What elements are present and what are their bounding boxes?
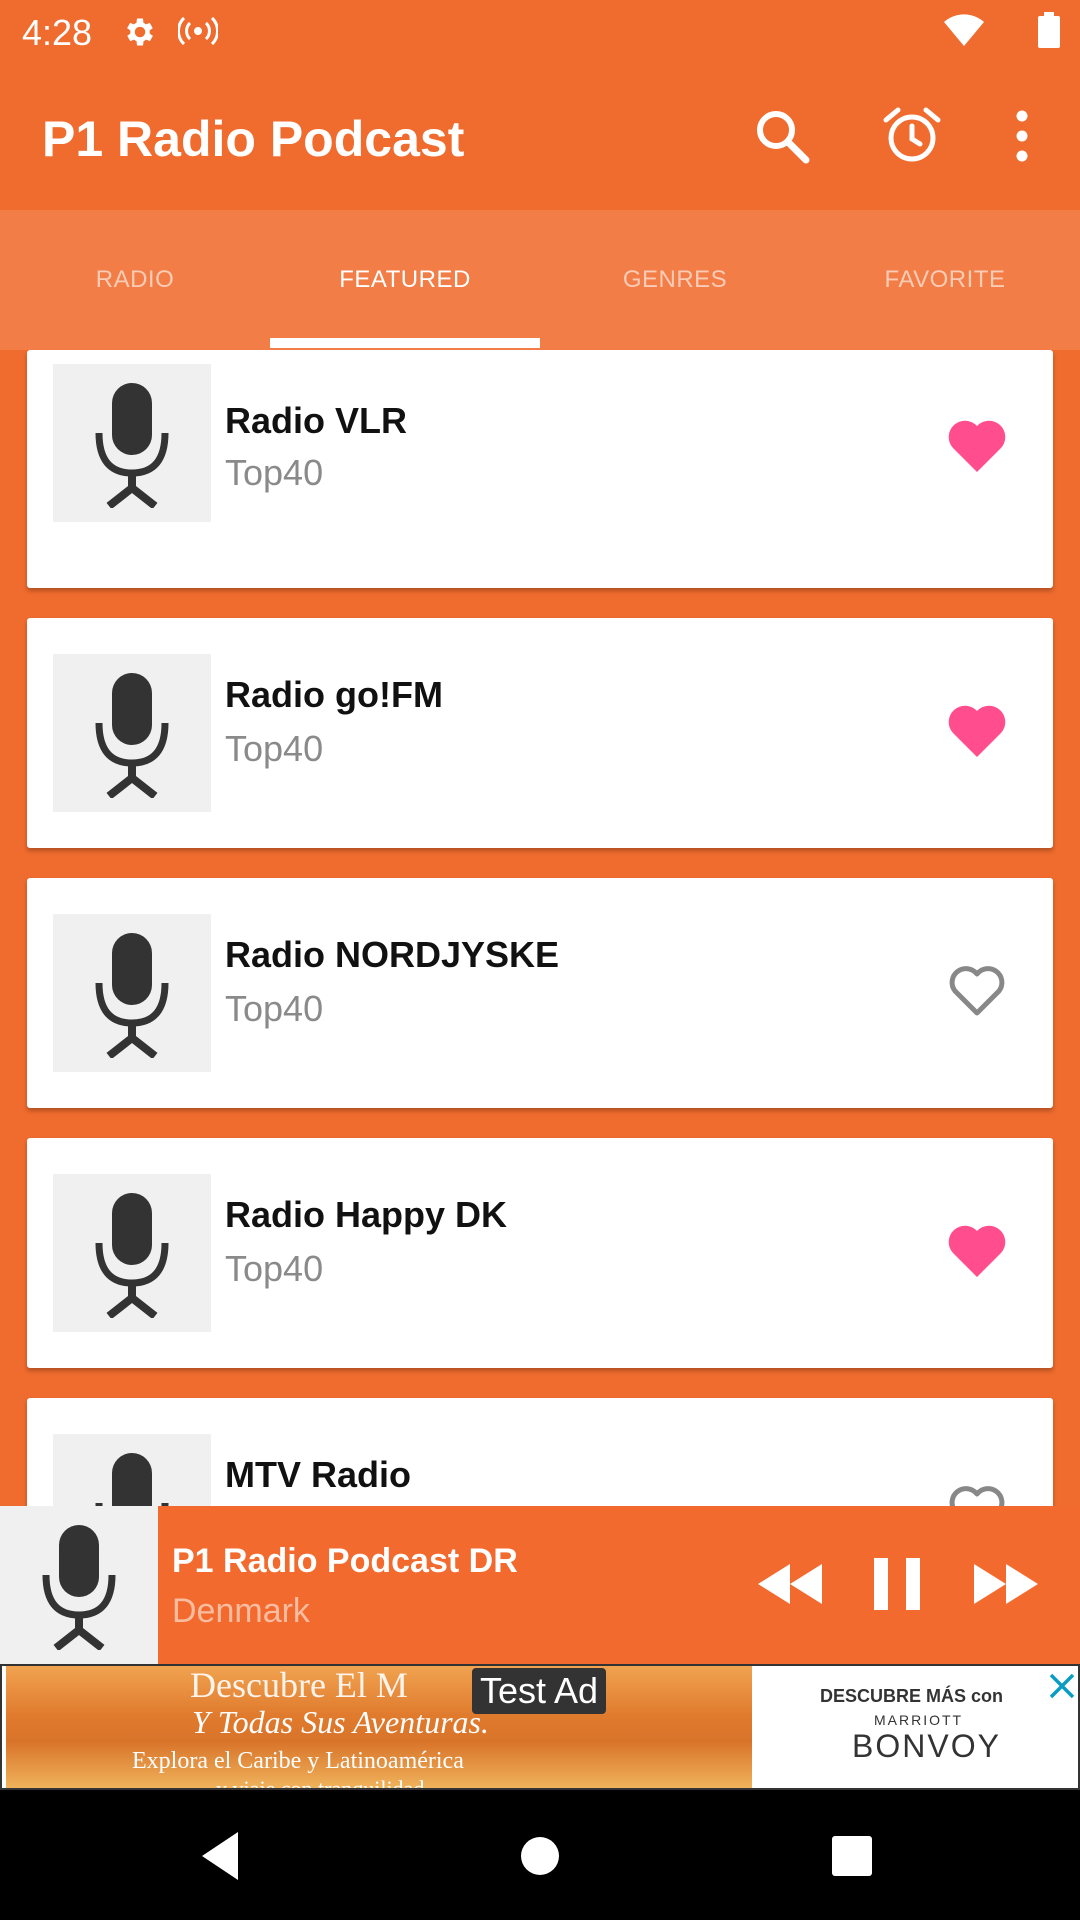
station-genre: Top40 <box>225 1248 324 1289</box>
ad-brand-logo: BONVOY <box>852 1728 1001 1764</box>
player-title: P1 Radio Podcast DR <box>172 1542 518 1580</box>
station-name: Radio go!FM <box>225 674 443 715</box>
station-name: Radio NORDJYSKE <box>225 934 560 975</box>
ad-text: Explora el Caribe y Latinoamérica <box>132 1748 464 1774</box>
system-nav-bar <box>0 1790 1080 1920</box>
station-thumbnail <box>53 654 211 812</box>
station-genre: Top40 <box>225 728 324 769</box>
back-icon[interactable] <box>194 1826 254 1886</box>
ad-banner[interactable]: Descubre El M Y Todas Sus Aventuras. Exp… <box>0 1664 1080 1790</box>
station-card[interactable]: Radio Happy DK Top40 <box>27 1138 1053 1368</box>
search-icon[interactable] <box>752 106 812 166</box>
tab-bar: RADIO FEATURED GENRES FAVORITE <box>0 210 1080 350</box>
app-bar: P1 Radio Podcast <box>0 62 1080 210</box>
ad-tagline: Y Todas Sus Aventuras. <box>192 1704 489 1740</box>
heart-filled-icon[interactable] <box>947 418 1007 474</box>
battery-icon <box>1038 12 1060 48</box>
station-thumbnail <box>53 914 211 1072</box>
tab-indicator <box>270 338 540 348</box>
tab-featured[interactable]: FEATURED <box>270 210 540 350</box>
station-genre: Top40 <box>225 452 324 493</box>
fast-forward-icon[interactable] <box>972 1554 1040 1614</box>
home-icon[interactable] <box>510 1826 570 1886</box>
heart-outline-icon[interactable] <box>947 963 1007 1019</box>
station-card[interactable]: MTV Radio <box>27 1398 1053 1506</box>
status-bar: 4:28 <box>0 0 1080 62</box>
mini-player[interactable]: P1 Radio Podcast DR Denmark <box>0 1506 1080 1664</box>
microphone-icon <box>42 1525 116 1650</box>
player-subtitle: Denmark <box>172 1592 310 1630</box>
microphone-icon <box>95 673 169 798</box>
player-thumbnail <box>0 1506 158 1664</box>
microphone-icon <box>95 1453 169 1506</box>
ad-brand-line: DESCUBRE MÁS con <box>820 1686 1004 1706</box>
more-vert-icon[interactable] <box>1000 106 1044 166</box>
app-title: P1 Radio Podcast <box>42 111 465 167</box>
station-name: Radio Happy DK <box>225 1194 508 1235</box>
microphone-icon <box>95 933 169 1058</box>
heart-filled-icon[interactable] <box>947 1223 1007 1279</box>
station-card[interactable]: Radio VLR Top40 <box>27 350 1053 588</box>
station-name: MTV Radio <box>225 1454 411 1495</box>
ad-text-2: y viaje con tranquilidad <box>216 1776 425 1790</box>
recent-apps-icon[interactable] <box>822 1826 882 1886</box>
station-thumbnail <box>53 1434 211 1506</box>
gear-icon <box>127 18 153 46</box>
broadcast-icon <box>178 16 218 46</box>
microphone-icon <box>95 1193 169 1318</box>
tab-favorite[interactable]: FAVORITE <box>810 210 1080 350</box>
wifi-icon <box>944 14 984 46</box>
station-list[interactable]: Radio VLR Top40 Radio go!FM Top40 Radio … <box>0 350 1080 1506</box>
alarm-icon[interactable] <box>882 106 942 166</box>
ad-headline: Descubre El M <box>190 1665 408 1705</box>
test-ad-label: Test Ad <box>472 1668 607 1714</box>
station-name: Radio VLR <box>225 400 408 441</box>
station-thumbnail <box>53 364 211 522</box>
heart-filled-icon[interactable] <box>947 703 1007 759</box>
pause-icon[interactable] <box>872 1554 922 1614</box>
microphone-icon <box>95 383 169 508</box>
station-thumbnail <box>53 1174 211 1332</box>
station-card[interactable]: Radio NORDJYSKE Top40 <box>27 878 1053 1108</box>
tab-genres[interactable]: GENRES <box>540 210 810 350</box>
ad-brand-name: MARRIOTT <box>874 1712 964 1728</box>
station-genre: Top40 <box>225 988 324 1029</box>
close-icon[interactable] <box>1046 1670 1078 1702</box>
station-card[interactable]: Radio go!FM Top40 <box>27 618 1053 848</box>
status-time: 4:28 <box>22 12 93 53</box>
rewind-icon[interactable] <box>756 1554 824 1614</box>
heart-outline-icon[interactable] <box>947 1483 1007 1506</box>
tab-radio[interactable]: RADIO <box>0 210 270 350</box>
